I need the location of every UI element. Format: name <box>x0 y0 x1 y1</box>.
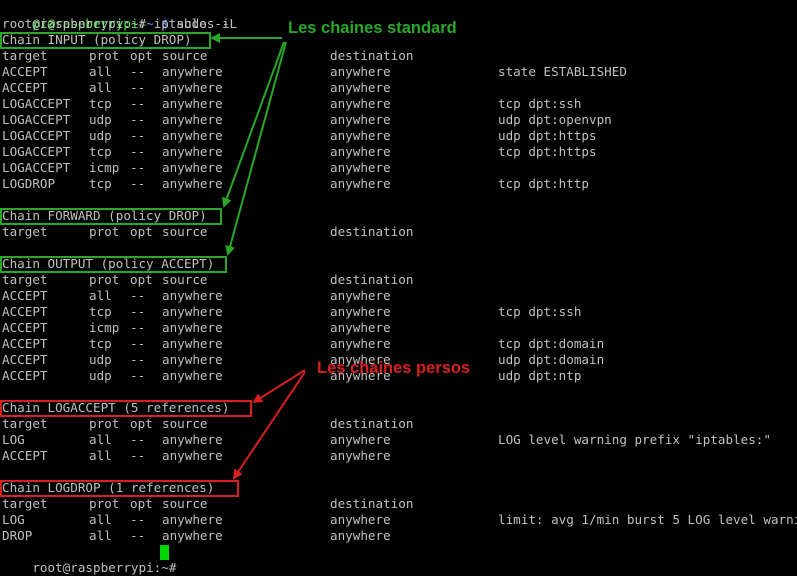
arrow-to-forward <box>222 41 285 208</box>
arrow-to-logaccept <box>252 369 306 404</box>
arrow-to-output <box>225 41 287 256</box>
arrow-to-logdrop <box>232 371 306 480</box>
annotation-custom-chains: Les chaines persos <box>317 359 471 377</box>
annotation-arrows <box>210 33 306 480</box>
annotation-standard-chains: Les chaines standard <box>288 19 457 37</box>
